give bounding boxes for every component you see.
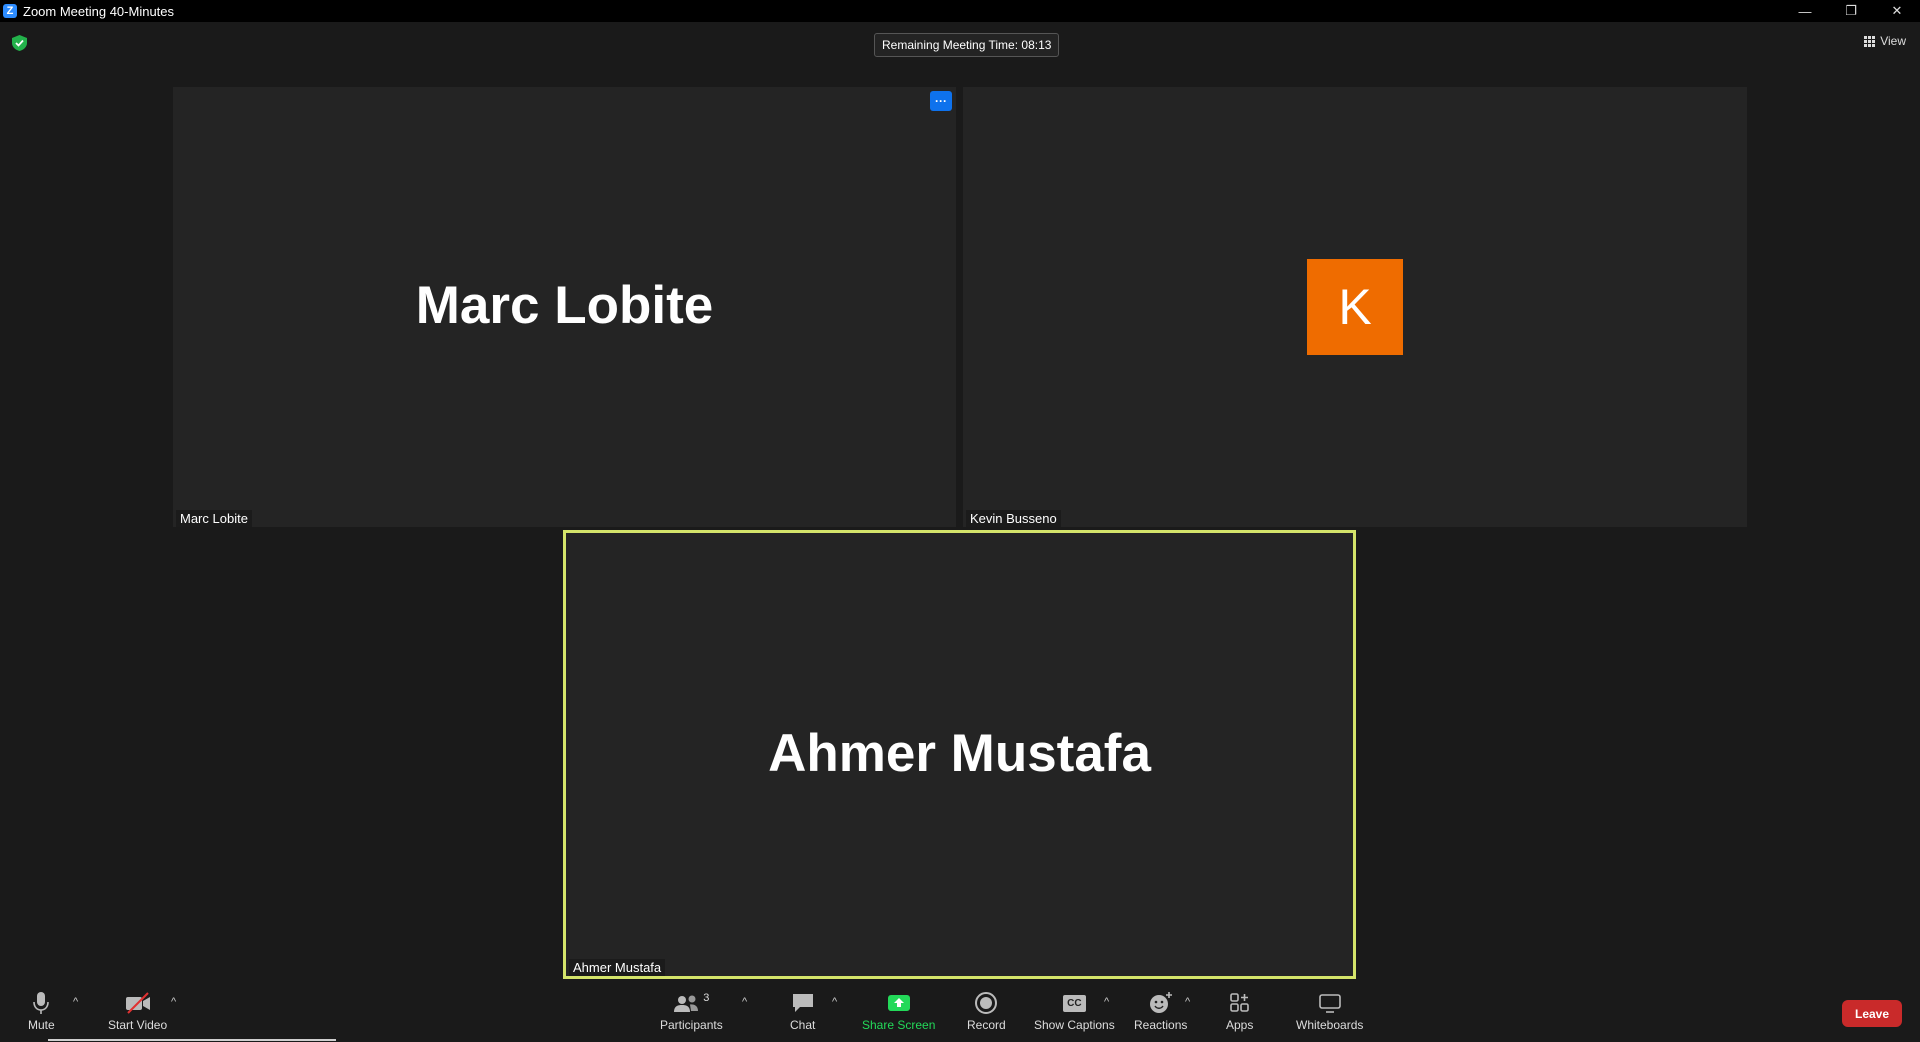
reactions-options-caret-icon[interactable]: ^	[1185, 996, 1190, 1008]
apps-label: Apps	[1226, 1018, 1254, 1032]
remaining-meeting-time: Remaining Meeting Time: 08:13	[874, 33, 1060, 57]
participant-display-name: Marc Lobite	[415, 276, 714, 335]
chat-label: Chat	[790, 1018, 816, 1032]
minimize-button[interactable]: —	[1782, 0, 1828, 22]
video-tile-kevin-busseno[interactable]: K Kevin Busseno	[963, 87, 1747, 527]
participant-name-tag: Marc Lobite	[176, 510, 252, 527]
restore-button[interactable]: ❐	[1828, 0, 1874, 22]
video-options-caret-icon[interactable]: ^	[171, 996, 176, 1008]
more-options-button[interactable]: ···	[930, 91, 952, 111]
participants-count: 3	[703, 992, 710, 1004]
security-shield-icon[interactable]	[12, 35, 27, 51]
meeting-controls-toolbar: Mute ^ Start Video ^ 3 Participants ^ Ch…	[0, 980, 1920, 1042]
leave-button[interactable]: Leave	[1842, 1000, 1902, 1027]
participants-button[interactable]: 3 Participants	[660, 990, 723, 1032]
participants-label: Participants	[660, 1018, 723, 1032]
view-button[interactable]: View	[1864, 34, 1906, 48]
video-tile-ahmer-mustafa[interactable]: Ahmer Mustafa Ahmer Mustafa	[563, 530, 1356, 979]
record-label: Record	[967, 1018, 1006, 1032]
video-off-icon	[124, 990, 152, 1016]
chat-button[interactable]: Chat	[790, 990, 815, 1032]
record-icon	[974, 990, 998, 1016]
participants-icon: 3	[673, 990, 709, 1016]
record-button[interactable]: Record	[967, 990, 1006, 1032]
participant-display-name: Ahmer Mustafa	[768, 724, 1151, 783]
captions-options-caret-icon[interactable]: ^	[1104, 996, 1109, 1008]
whiteboards-label: Whiteboards	[1296, 1018, 1364, 1032]
apps-button[interactable]: Apps	[1226, 990, 1253, 1032]
avatar: K	[1307, 259, 1403, 355]
video-tile-marc-lobite[interactable]: Marc Lobite ··· Marc Lobite	[173, 87, 956, 527]
share-screen-button[interactable]: Share Screen	[862, 990, 935, 1032]
participant-name-tag: Ahmer Mustafa	[569, 959, 666, 976]
close-button[interactable]: ✕	[1874, 0, 1920, 22]
captions-icon-text: CC	[1063, 994, 1086, 1012]
apps-icon	[1229, 990, 1251, 1016]
window-title: Zoom Meeting 40-Minutes	[23, 3, 175, 19]
reactions-smiley-icon	[1148, 990, 1174, 1016]
view-label: View	[1880, 34, 1906, 48]
start-video-label: Start Video	[108, 1018, 168, 1032]
grid-view-icon	[1864, 35, 1876, 47]
reactions-label: Reactions	[1134, 1018, 1188, 1032]
participant-name-tag: Kevin Busseno	[966, 510, 1061, 527]
chat-options-caret-icon[interactable]: ^	[832, 996, 837, 1008]
share-screen-label: Share Screen	[862, 1018, 936, 1032]
closed-captions-icon: CC	[1063, 990, 1086, 1016]
show-captions-button[interactable]: CC Show Captions	[1034, 990, 1115, 1032]
reactions-button[interactable]: Reactions	[1134, 990, 1187, 1032]
mute-label: Mute	[28, 1018, 55, 1032]
start-video-button[interactable]: Start Video	[108, 990, 167, 1032]
window-controls: — ❐ ✕	[1782, 0, 1920, 22]
share-screen-icon	[886, 990, 912, 1016]
chat-bubble-icon	[791, 990, 815, 1016]
audio-options-caret-icon[interactable]: ^	[73, 996, 78, 1008]
participants-options-caret-icon[interactable]: ^	[742, 996, 747, 1008]
whiteboard-icon	[1318, 990, 1342, 1016]
window-title-bar: Z Zoom Meeting 40-Minutes — ❐ ✕	[0, 0, 1920, 22]
zoom-logo-icon: Z	[3, 4, 17, 18]
microphone-icon	[33, 990, 50, 1016]
mute-button[interactable]: Mute	[28, 990, 55, 1032]
whiteboards-button[interactable]: Whiteboards	[1296, 990, 1363, 1032]
show-captions-label: Show Captions	[1034, 1018, 1115, 1032]
toolbar-divider	[48, 1039, 336, 1041]
